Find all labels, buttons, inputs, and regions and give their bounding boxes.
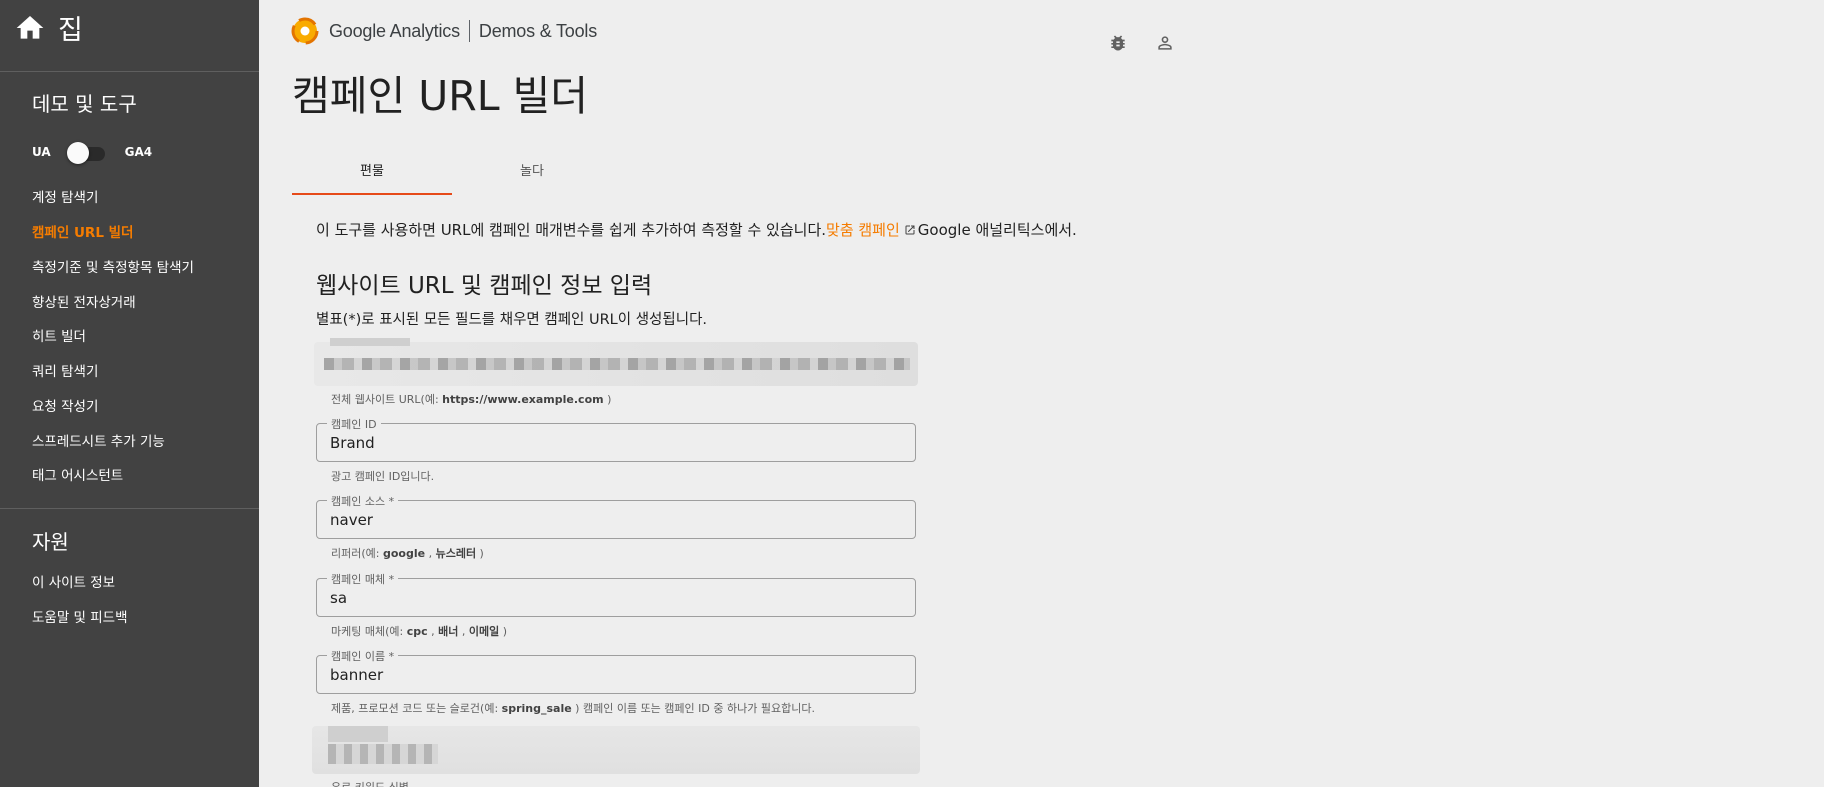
custom-campaign-link[interactable]: 맞춤 캠페인	[826, 221, 900, 239]
analytics-logo-icon	[291, 17, 319, 45]
campaign-id-input[interactable]	[330, 434, 900, 452]
intro-suffix: Google 애널리틱스에서.	[917, 221, 1077, 239]
sidebar-item-dimensions-metrics-explorer[interactable]: 측정기준 및 측정항목 탐색기	[32, 256, 194, 276]
campaign-id-helper: 광고 캠페인 ID입니다.	[331, 470, 435, 483]
campaign-source-field[interactable]: 캠페인 소스 *	[316, 493, 916, 539]
campaign-source-helper: 리퍼러(예: google , 뉴스레터 )	[331, 547, 484, 560]
page-title: 캠페인 URL 빌더	[292, 72, 589, 120]
redacted-value	[328, 744, 438, 764]
website-url-helper: 전체 웹사이트 URL(예: https://www.example.com )	[331, 393, 612, 406]
campaign-source-input[interactable]	[330, 511, 900, 529]
sidebar-item-request-composer[interactable]: 요청 작성기	[32, 395, 98, 415]
brand[interactable]: Google Analytics Demos & Tools	[291, 17, 597, 45]
website-url-field-redacted[interactable]	[314, 338, 918, 386]
sidebar: 집 데모 및 도구 UA GA4 계정 탐색기 캠페인 URL 빌더 측정기준 …	[0, 0, 259, 787]
campaign-name-input[interactable]	[330, 666, 900, 684]
sidebar-item-tag-assistant[interactable]: 태그 어시스턴트	[32, 464, 123, 484]
redacted-label	[330, 338, 410, 346]
campaign-medium-label: 캠페인 매체 *	[327, 571, 399, 587]
campaign-term-field-redacted[interactable]	[312, 726, 920, 774]
campaign-name-helper: 제품, 프로모션 코드 또는 슬로건(예: spring_sale ) 캠페인 …	[331, 702, 815, 715]
external-link-icon[interactable]	[904, 224, 916, 236]
sidebar-item-campaign-url-builder[interactable]: 캠페인 URL 빌더	[32, 221, 133, 241]
sidebar-item-help-feedback[interactable]: 도움말 및 피드백	[32, 606, 128, 626]
sidebar-item-enhanced-ecommerce[interactable]: 향상된 전자상거래	[32, 291, 136, 311]
brand-name: Google Analytics	[329, 20, 460, 41]
tab-web[interactable]: 편물	[292, 150, 452, 195]
ua-ga4-toggle-row: UA GA4	[32, 142, 153, 164]
campaign-id-label: 캠페인 ID	[327, 416, 381, 432]
form-heading: 웹사이트 URL 및 캠페인 정보 입력	[316, 273, 653, 299]
account-icon[interactable]	[1155, 33, 1175, 53]
tab-play[interactable]: 놀다	[452, 150, 612, 195]
ua-ga4-toggle[interactable]	[66, 142, 105, 164]
sidebar-item-spreadsheet-add-on[interactable]: 스프레드시트 추가 기능	[32, 430, 165, 450]
home-icon	[16, 15, 44, 39]
campaign-id-field[interactable]: 캠페인 ID	[316, 416, 916, 462]
sidebar-item-hit-builder[interactable]: 히트 빌더	[32, 325, 86, 345]
redacted-label	[328, 726, 388, 742]
home-link[interactable]: 집	[14, 8, 83, 47]
tab-bar: 편물 놀다	[292, 150, 612, 195]
sidebar-item-about-site[interactable]: 이 사이트 정보	[32, 571, 115, 591]
campaign-medium-input[interactable]	[330, 589, 900, 607]
section-title-resources: 자원	[32, 530, 69, 554]
toggle-label-ua: UA	[32, 145, 51, 159]
campaign-name-label: 캠페인 이름 *	[327, 648, 399, 664]
sidebar-divider	[0, 71, 259, 72]
brand-separator	[468, 20, 470, 42]
campaign-medium-field[interactable]: 캠페인 매체 *	[316, 571, 916, 617]
section-title-demos: 데모 및 도구	[32, 92, 137, 116]
form-subheading: 별표(*)로 표시된 모든 필드를 채우면 캠페인 URL이 생성됩니다.	[316, 312, 708, 328]
bug-icon[interactable]	[1108, 33, 1128, 53]
home-label: 집	[58, 15, 83, 46]
campaign-name-field[interactable]: 캠페인 이름 *	[316, 648, 916, 694]
toggle-knob	[66, 142, 89, 164]
campaign-medium-helper: 마케팅 매체(예: cpc , 배너 , 이메일 )	[331, 625, 508, 638]
sidebar-divider	[0, 508, 259, 509]
campaign-source-label: 캠페인 소스 *	[327, 493, 399, 509]
toggle-label-ga4: GA4	[124, 145, 153, 159]
sidebar-item-query-explorer[interactable]: 쿼리 탐색기	[32, 360, 98, 380]
paid-keyword-helper: 유료 키워드 식별	[331, 779, 409, 787]
redacted-value	[324, 358, 910, 370]
intro-text: 이 도구를 사용하면 URL에 캠페인 매개변수를 쉽게 추가하여 측정할 수 …	[316, 219, 1077, 240]
sidebar-item-account-explorer[interactable]: 계정 탐색기	[32, 186, 98, 206]
intro-body: 이 도구를 사용하면 URL에 캠페인 매개변수를 쉽게 추가하여 측정할 수 …	[316, 221, 827, 239]
brand-suffix: Demos & Tools	[478, 20, 598, 41]
